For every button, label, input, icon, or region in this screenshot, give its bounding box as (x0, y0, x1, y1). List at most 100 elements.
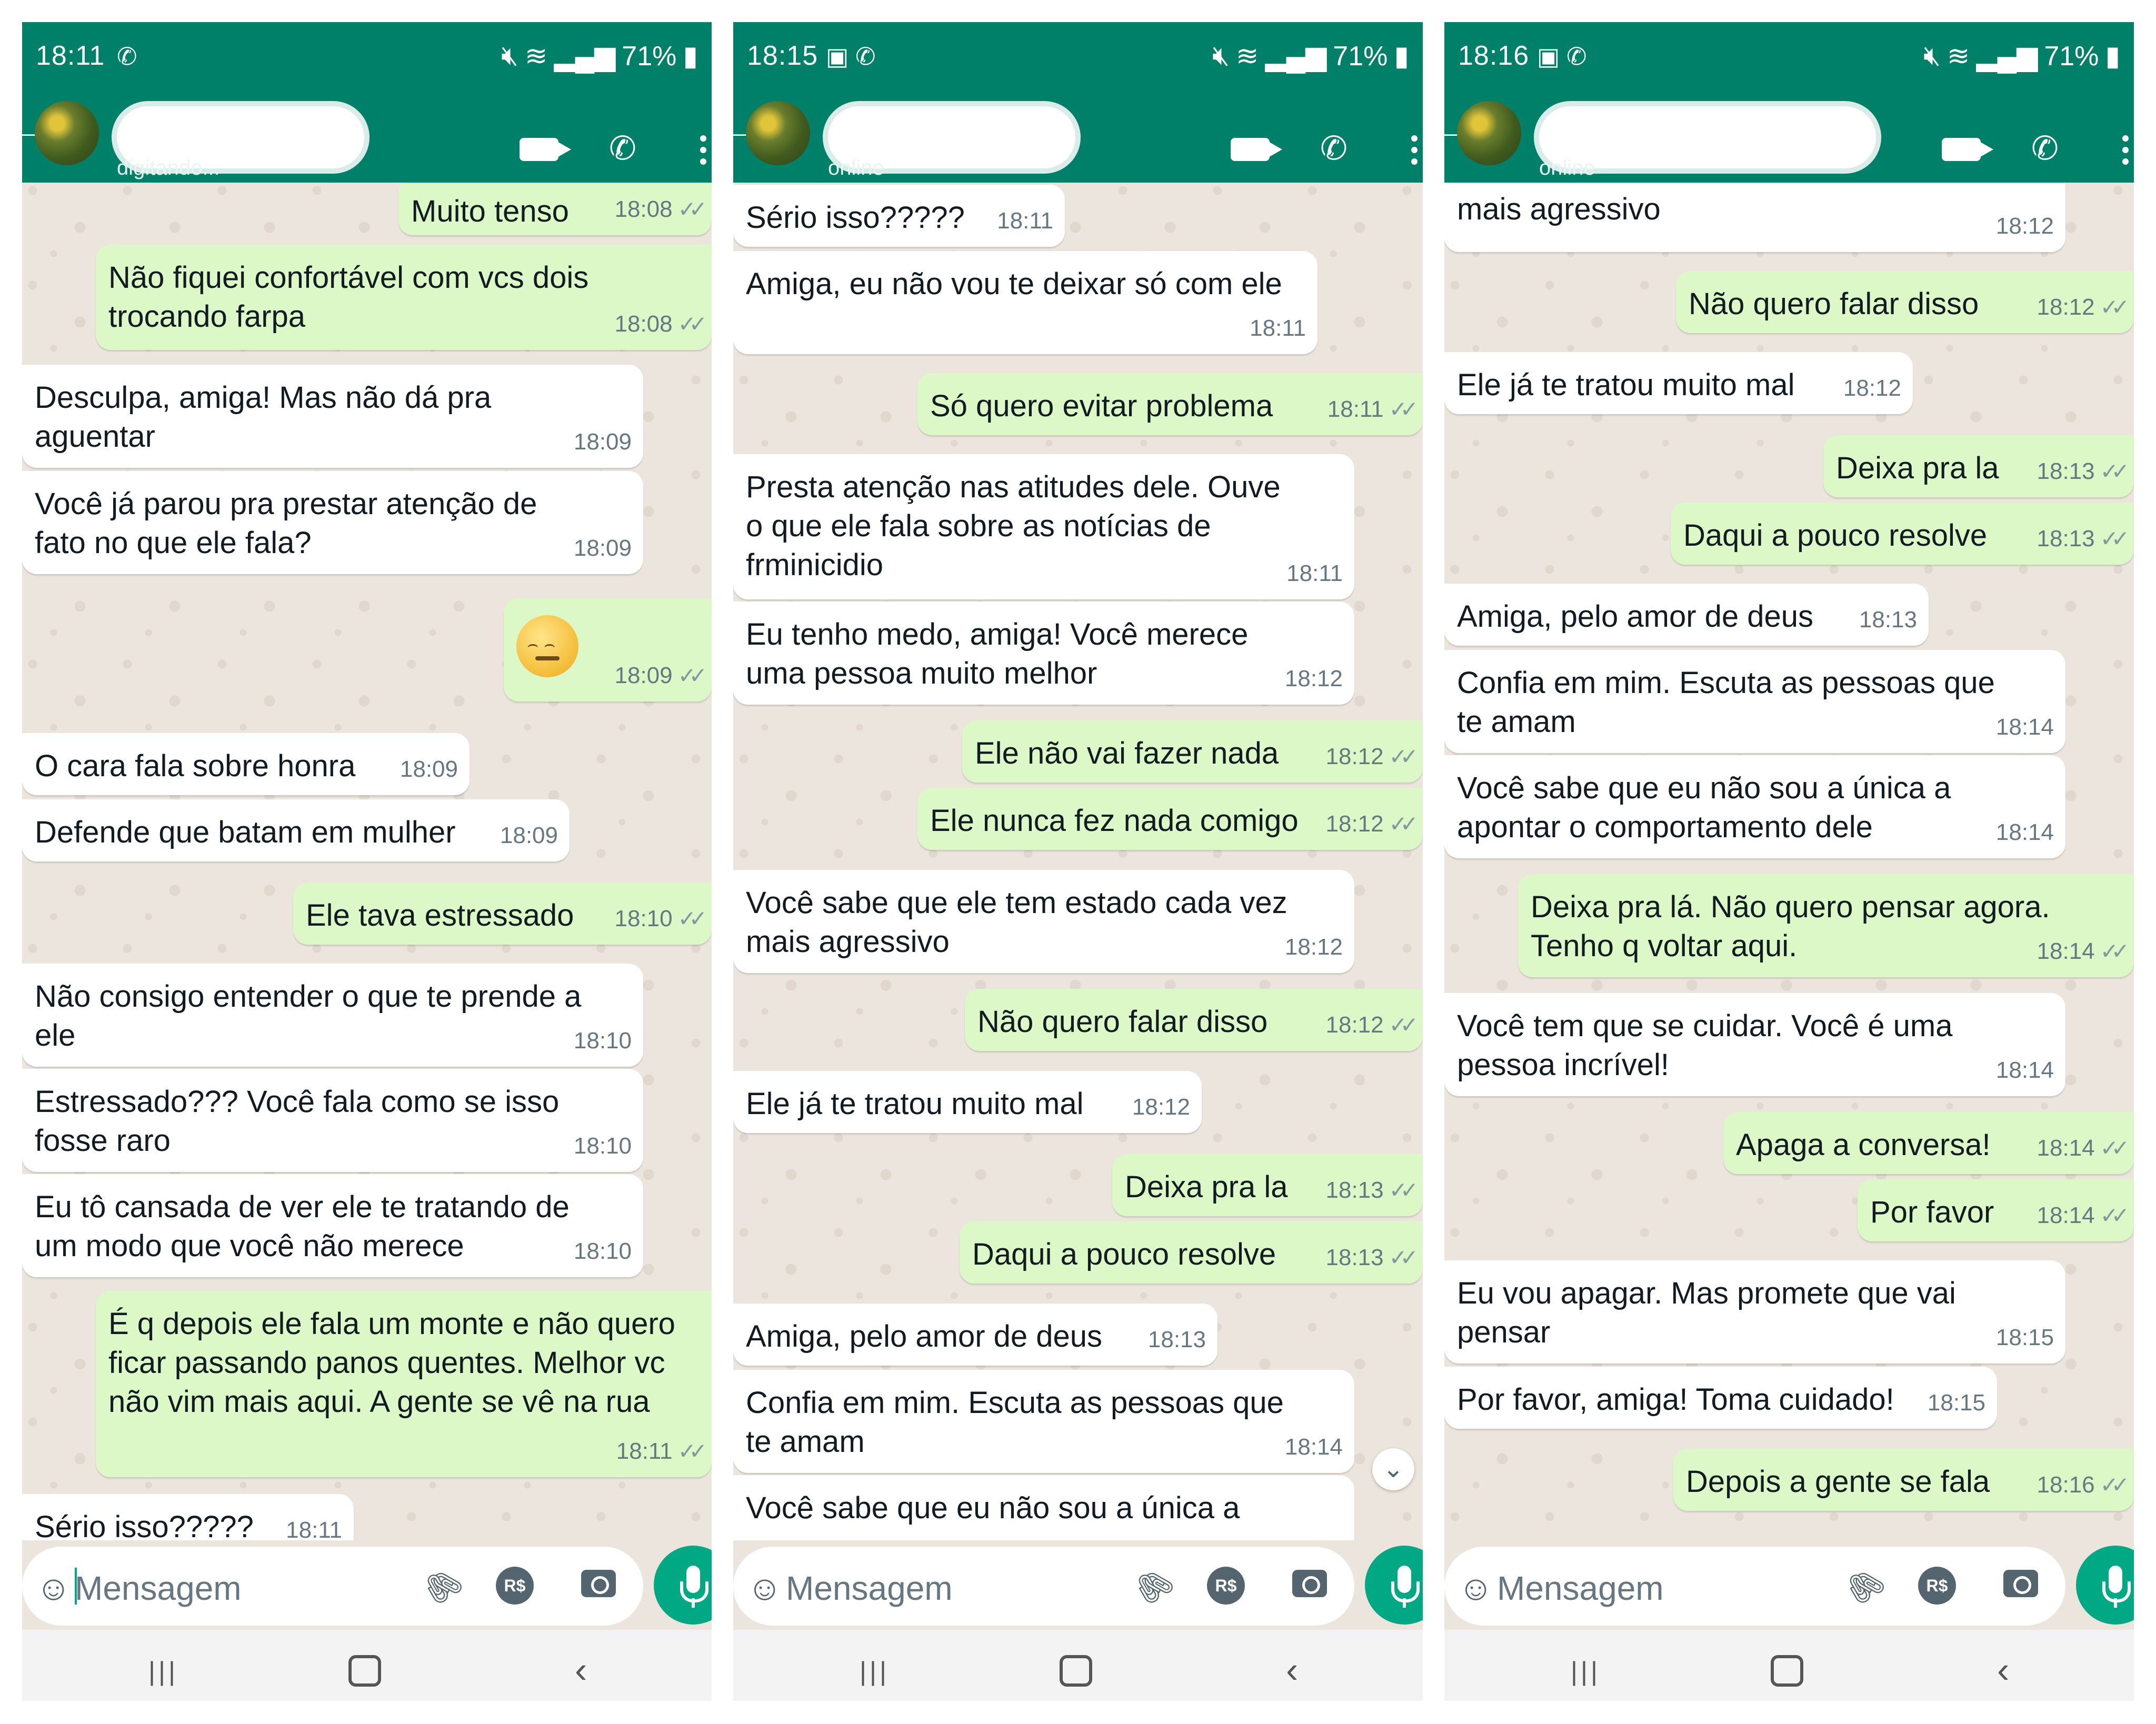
battery-level: 71% (2044, 41, 2099, 72)
message-text: Eu vou apagar. Mas promete que vai pensa… (1457, 1276, 1965, 1349)
message-outgoing[interactable]: Depois a gente se fala 18:16 ✓✓ (1673, 1449, 2134, 1511)
message-incoming[interactable]: Amiga, pelo amor de deus 18:13 (733, 1304, 1217, 1366)
mic-button[interactable] (654, 1546, 712, 1625)
message-time: 18:13 (2037, 526, 2095, 552)
message-outgoing[interactable]: Por favor 18:14 ✓✓ (1858, 1179, 2134, 1241)
message-outgoing[interactable]: Deixa pra lá. Não quero pensar agora. Te… (1518, 874, 2134, 977)
mic-button[interactable] (1365, 1546, 1423, 1625)
message-incoming[interactable]: Você tem que se cuidar. Você é uma pesso… (1444, 993, 2065, 1096)
chat-header: 18:15 ▣ ✆ 🔇︎ ≋ ▂▄▆ 71% ▮ — online ✆ (733, 22, 1423, 183)
video-call-icon[interactable] (520, 138, 571, 161)
message-incoming[interactable]: Por favor, amiga! Toma cuidado! 18:15 (1444, 1367, 1997, 1429)
message-outgoing[interactable]: Não quero falar disso 18:12 ✓✓ (1676, 271, 2134, 333)
pix-icon[interactable]: R$ (1918, 1567, 1956, 1605)
message-outgoing[interactable]: Ele tava estressado 18:10 ✓✓ (293, 883, 712, 945)
attach-icon[interactable]: 🖇︎ (415, 1559, 470, 1613)
home-icon[interactable] (1771, 1655, 1803, 1687)
menu-icon[interactable] (1411, 135, 1419, 170)
message-outgoing[interactable]: Só quero evitar problema 18:11 ✓✓ (917, 373, 1423, 435)
video-call-icon[interactable] (1942, 138, 1993, 161)
message-outgoing[interactable]: Daqui a pouco resolve 18:13 ✓✓ (960, 1221, 1423, 1284)
message-incoming[interactable]: Ele já te tratou muito mal 18:12 (1444, 352, 1913, 414)
message-text: Presta atenção nas atitudes dele. Ouve o… (746, 470, 1289, 582)
message-incoming[interactable]: Presta atenção nas atitudes dele. Ouve o… (733, 454, 1354, 599)
menu-icon[interactable] (700, 135, 707, 170)
message-outgoing[interactable]: É q depois ele fala um monte e não quero… (96, 1291, 712, 1477)
message-time: 18:09 (614, 663, 673, 688)
message-outgoing[interactable]: Muito tenso 18:08 ✓✓ (398, 183, 712, 235)
home-icon[interactable] (348, 1655, 381, 1687)
menu-icon[interactable] (2122, 135, 2130, 170)
message-outgoing[interactable]: Não quero falar disso 18:12 ✓✓ (965, 989, 1423, 1051)
back-icon[interactable]: ‹ (1997, 1649, 2009, 1691)
message-outgoing[interactable]: Ele nunca fez nada comigo 18:12 ✓✓ (917, 788, 1423, 850)
message-incoming[interactable]: Amiga, eu não vou te deixar só com ele 1… (733, 251, 1317, 354)
pix-icon[interactable]: R$ (496, 1567, 534, 1605)
message-outgoing[interactable]: Deixa pra la 18:13 ✓✓ (1112, 1154, 1423, 1216)
phone-icon[interactable]: ✆ (2031, 133, 2059, 165)
message-input[interactable]: ☺ Mensagem 🖇︎ R$ (733, 1547, 1354, 1626)
message-incoming[interactable]: mais agressivo 18:12 (1444, 183, 2065, 252)
message-input[interactable]: ☺ Mensagem 🖇︎ R$ (1444, 1547, 2065, 1626)
recents-icon[interactable]: ||| (860, 1656, 890, 1687)
recents-icon[interactable]: ||| (1571, 1656, 1601, 1687)
message-time: 18:14 (1995, 1057, 2054, 1083)
read-ticks-icon: ✓✓ (2100, 459, 2130, 484)
avatar[interactable] (746, 101, 810, 165)
message-incoming[interactable]: Você sabe que ele tem estado cada vez ma… (733, 870, 1354, 973)
message-input[interactable]: ☺ Mensagem 🖇︎ R$ (22, 1547, 643, 1626)
message-incoming[interactable]: Sério isso????? 18:11 (733, 185, 1065, 247)
back-icon[interactable]: ‹ (575, 1649, 587, 1691)
mic-button[interactable] (2076, 1546, 2134, 1625)
message-outgoing[interactable]: Não fiquei confortável com vcs dois troc… (96, 245, 712, 350)
home-icon[interactable] (1060, 1655, 1092, 1687)
message-incoming[interactable]: Defende que batam em mulher 18:09 (22, 799, 570, 861)
message-outgoing[interactable]: Ele não vai fazer nada 18:12 ✓✓ (962, 720, 1423, 783)
message-incoming[interactable]: Confia em mim. Escuta as pessoas que te … (1444, 650, 2065, 753)
message-outgoing[interactable]: Daqui a pouco resolve 18:13 ✓✓ (1671, 503, 2134, 565)
phone-icon[interactable]: ✆ (609, 133, 636, 165)
message-meta: 18:08 ✓✓ (615, 305, 708, 344)
camera-icon[interactable] (2003, 1570, 2038, 1597)
emoji-icon[interactable]: ☺ (36, 1568, 71, 1608)
message-incoming[interactable]: Eu tô cansada de ver ele te tratando de … (22, 1174, 643, 1277)
avatar[interactable] (1457, 101, 1521, 165)
recents-icon[interactable]: ||| (148, 1656, 178, 1687)
avatar[interactable] (35, 101, 99, 165)
chat-panel-1: 18:11 ✆ 🔇︎ ≋ ▂▄▆ 71% ▮ — digitando... ✆ … (22, 22, 712, 1701)
emoji-icon[interactable]: ☺ (747, 1568, 782, 1608)
status-bar: 18:11 ✆ 🔇︎ ≋ ▂▄▆ 71% ▮ (22, 22, 712, 96)
message-incoming[interactable]: Amiga, pelo amor de deus 18:13 (1444, 584, 1929, 646)
message-time: 18:11 (1286, 560, 1343, 586)
message-outgoing[interactable]: 18:09✓✓ (504, 598, 712, 701)
pix-icon[interactable]: R$ (1207, 1567, 1245, 1605)
attach-icon[interactable]: 🖇︎ (1126, 1559, 1181, 1613)
message-text: O cara fala sobre honra (35, 749, 356, 783)
phone-icon[interactable]: ✆ (1320, 133, 1348, 165)
message-incoming[interactable]: Não consigo entender o que te prende a e… (22, 964, 643, 1067)
message-incoming[interactable]: Confia em mim. Escuta as pessoas que te … (733, 1370, 1354, 1473)
camera-icon[interactable] (1292, 1570, 1327, 1597)
camera-icon[interactable] (581, 1570, 616, 1597)
emoji-icon[interactable]: ☺ (1458, 1568, 1493, 1608)
back-icon[interactable]: ‹ (1286, 1649, 1298, 1691)
scroll-down-icon[interactable]: ⌄ (1372, 1448, 1414, 1490)
message-incoming[interactable]: O cara fala sobre honra 18:09 (22, 733, 470, 795)
message-incoming[interactable]: Você já parou pra prestar atenção de fat… (22, 471, 643, 574)
message-incoming[interactable]: Ele já te tratou muito mal 18:12 (733, 1071, 1202, 1133)
message-time: 18:12 (2037, 294, 2095, 320)
message-incoming[interactable]: Eu tenho medo, amiga! Você merece uma pe… (733, 602, 1354, 705)
message-time: 18:11 (616, 1438, 673, 1464)
message-outgoing[interactable]: Apaga a conversa! 18:14 ✓✓ (1723, 1112, 2134, 1174)
message-incoming[interactable]: Estressado??? Você fala como se isso fos… (22, 1069, 643, 1172)
message-incoming[interactable]: Sério isso????? 18:11 (22, 1494, 354, 1540)
message-outgoing[interactable]: Deixa pra la 18:13 ✓✓ (1823, 435, 2134, 497)
video-call-icon[interactable] (1231, 138, 1282, 161)
message-incoming[interactable]: Desculpa, amiga! Mas não dá pra aguentar… (22, 365, 643, 468)
whatsapp-icon: ✆ (1566, 43, 1587, 70)
status-time: 18:11 (36, 41, 105, 71)
attach-icon[interactable]: 🖇︎ (1837, 1559, 1892, 1613)
message-incoming[interactable]: Você sabe que eu não sou a única a (733, 1475, 1354, 1540)
message-incoming[interactable]: Eu vou apagar. Mas promete que vai pensa… (1444, 1260, 2065, 1364)
message-incoming[interactable]: Você sabe que eu não sou a única a apont… (1444, 755, 2065, 858)
